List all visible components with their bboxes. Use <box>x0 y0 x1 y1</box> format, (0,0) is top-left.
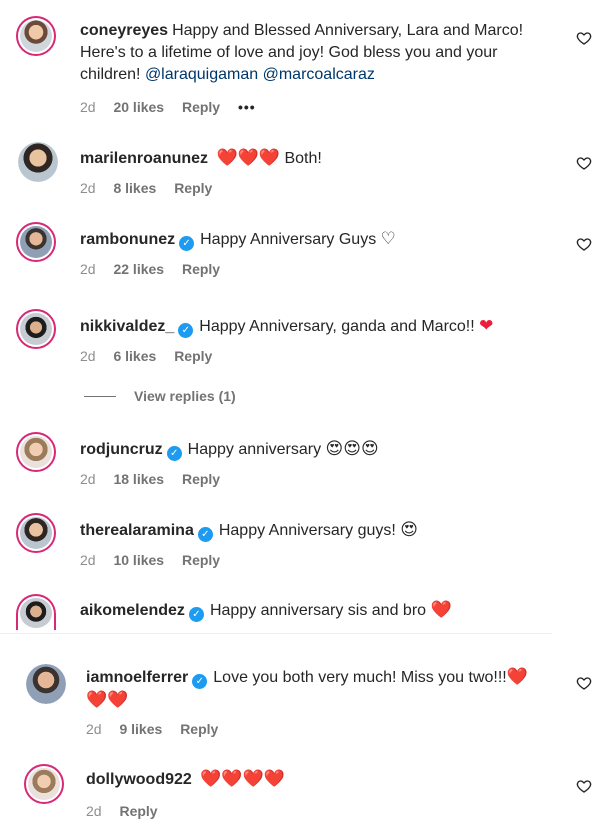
comment-meta: 2d Reply <box>86 802 172 820</box>
comment-meta: 2d 9 likes Reply <box>86 720 232 738</box>
more-options-icon[interactable]: ••• <box>238 99 256 115</box>
verified-badge-icon: ✓ <box>178 323 194 338</box>
heart-eyes-emoji: 😍 <box>400 520 419 540</box>
comment-body: marilenroanunez ❤️❤️❤️ Both! <box>80 147 560 170</box>
verified-badge-icon: ✓ <box>188 607 204 622</box>
avatar[interactable] <box>16 16 56 56</box>
verified-badge-icon: ✓ <box>179 236 195 251</box>
comment-text: Happy anniversary <box>187 441 322 458</box>
comment-text: Happy Anniversary Guys <box>200 231 377 248</box>
username[interactable]: marilenroanunez <box>80 150 208 167</box>
timestamp: 2d <box>80 471 96 487</box>
likes-count[interactable]: 8 likes <box>113 180 156 196</box>
comment-body: coneyreyes Happy and Blessed Anniversary,… <box>80 20 560 86</box>
comment-body: rambonunez ✓ Happy Anniversary Guys ♡ <box>80 228 560 251</box>
username[interactable]: dollywood922 <box>86 771 192 788</box>
comment-meta: 2d 18 likes Reply <box>80 470 234 488</box>
likes-count[interactable]: 6 likes <box>113 348 156 364</box>
comment-text: Love you both very much! Miss you two!!! <box>213 669 507 686</box>
avatar[interactable] <box>16 594 56 630</box>
timestamp: 2d <box>86 721 102 737</box>
reply-button[interactable]: Reply <box>174 180 212 196</box>
username[interactable]: coneyreyes <box>80 22 168 39</box>
likes-count[interactable]: 9 likes <box>119 721 162 737</box>
comment-body: therealaramina ✓ Happy Anniversary guys! 😍 <box>80 519 560 542</box>
heart-emoji: ♡ <box>380 229 396 249</box>
verified-badge-icon: ✓ <box>166 446 182 461</box>
view-replies-button[interactable]: View replies (1) <box>84 388 236 404</box>
verified-badge-icon: ✓ <box>192 674 208 689</box>
reply-button[interactable]: Reply <box>182 471 220 487</box>
reply-button[interactable]: Reply <box>174 348 212 364</box>
avatar[interactable] <box>16 309 56 349</box>
avatar[interactable] <box>16 432 56 472</box>
avatar[interactable] <box>16 513 56 553</box>
comment-text: Both! <box>284 150 322 167</box>
username[interactable]: aikomelendez <box>80 602 185 619</box>
avatar[interactable] <box>26 664 66 704</box>
comment-body: aikomelendez ✓ Happy anniversary sis and b… <box>80 599 560 622</box>
reply-button[interactable]: Reply <box>180 721 218 737</box>
heart-emoji: ❤ <box>479 316 494 336</box>
comment-text: Happy Anniversary guys! <box>218 522 396 539</box>
section-divider <box>0 633 552 634</box>
comment-body: dollywood922 ❤️❤️❤️❤️ <box>86 768 560 791</box>
avatar[interactable] <box>16 222 56 262</box>
comment-meta: 2d 8 likes Reply <box>80 179 226 197</box>
comment-meta: 2d 22 likes Reply <box>80 260 234 278</box>
likes-count[interactable]: 18 likes <box>113 471 164 487</box>
reply-button[interactable]: Reply <box>182 552 220 568</box>
username[interactable]: rambonunez <box>80 231 175 248</box>
heart-outline-icon[interactable] <box>576 30 592 46</box>
comment-text: Happy Anniversary, ganda and Marco!! <box>199 318 475 335</box>
username[interactable]: iamnoelferrer <box>86 669 188 686</box>
heart-eyes-emoji: 😍😍😍 <box>325 439 379 459</box>
heart-outline-icon[interactable] <box>576 675 592 691</box>
timestamp: 2d <box>80 552 96 568</box>
heart-emoji: ❤️❤️❤️ <box>216 148 280 168</box>
heart-outline-icon[interactable] <box>576 155 592 171</box>
reply-button[interactable]: Reply <box>119 803 157 819</box>
heart-emoji: ❤️ <box>430 600 452 620</box>
comment-meta: 2d 10 likes Reply <box>80 551 234 569</box>
timestamp: 2d <box>86 803 102 819</box>
reply-button[interactable]: Reply <box>182 99 220 115</box>
comment-meta: 2d 20 likes Reply ••• <box>80 98 270 116</box>
heart-outline-icon[interactable] <box>576 778 592 794</box>
likes-count[interactable]: 20 likes <box>113 99 164 115</box>
view-replies-label[interactable]: View replies (1) <box>134 388 236 404</box>
likes-count[interactable]: 22 likes <box>113 261 164 277</box>
comment-body: nikkivaldez_ ✓ Happy Anniversary, ganda an… <box>80 315 560 338</box>
heart-emoji: ❤️❤️❤️❤️ <box>200 769 285 789</box>
reply-button[interactable]: Reply <box>182 261 220 277</box>
replies-divider-line <box>84 395 116 397</box>
avatar[interactable] <box>18 142 58 182</box>
timestamp: 2d <box>80 348 96 364</box>
comment-text: Happy anniversary sis and bro <box>209 602 427 619</box>
username[interactable]: nikkivaldez_ <box>80 318 174 335</box>
mention-link[interactable]: @marcoalcaraz <box>263 66 375 83</box>
timestamp: 2d <box>80 261 96 277</box>
heart-outline-icon[interactable] <box>576 236 592 252</box>
verified-badge-icon: ✓ <box>197 527 213 542</box>
comment-body: rodjuncruz ✓ Happy anniversary 😍😍😍 <box>80 438 560 461</box>
username[interactable]: therealaramina <box>80 522 194 539</box>
mention-link[interactable]: @laraquigaman <box>145 66 258 83</box>
comment-body: iamnoelferrer ✓ Love you both very much! M… <box>86 666 548 712</box>
likes-count[interactable]: 10 likes <box>113 552 164 568</box>
avatar[interactable] <box>24 764 64 804</box>
timestamp: 2d <box>80 180 96 196</box>
comment-meta: 2d 6 likes Reply <box>80 347 226 365</box>
username[interactable]: rodjuncruz <box>80 441 163 458</box>
timestamp: 2d <box>80 99 96 115</box>
